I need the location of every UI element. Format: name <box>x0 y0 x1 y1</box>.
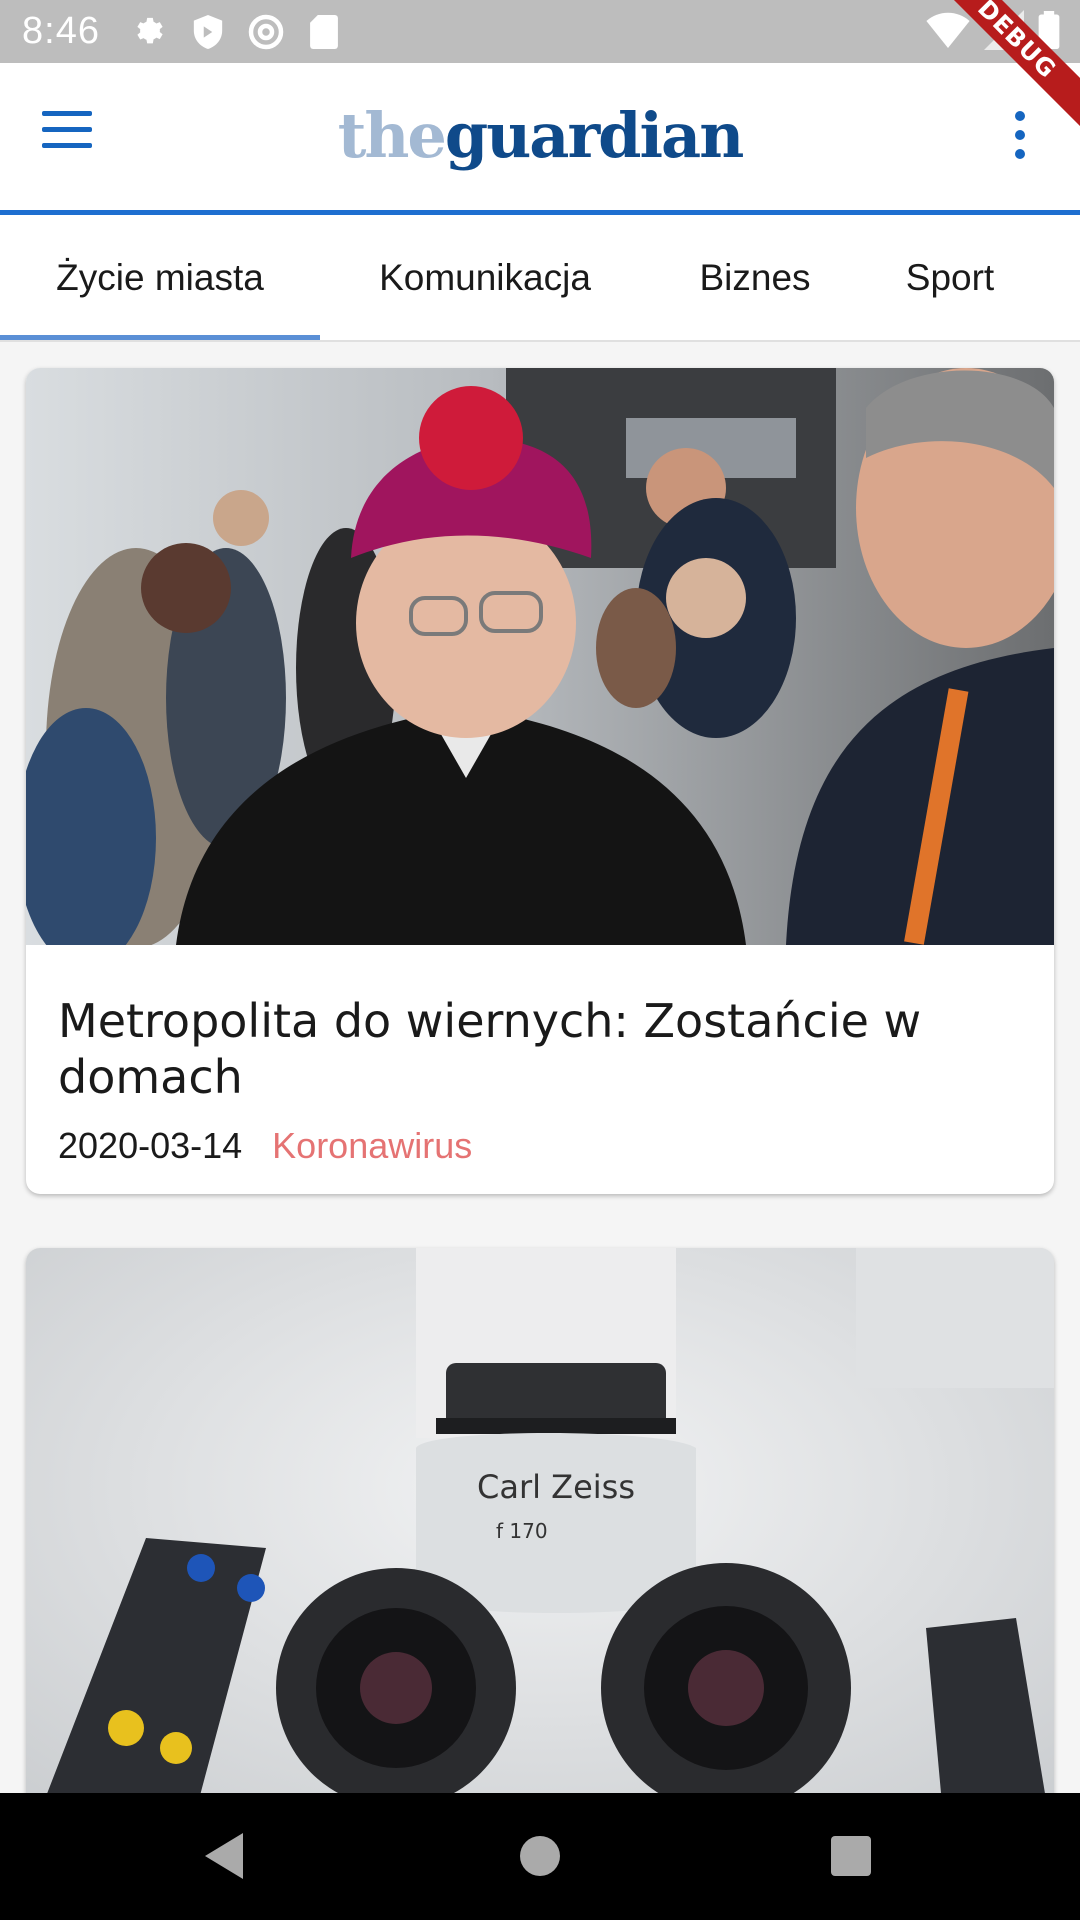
status-bar: 8:46 <box>0 0 1080 63</box>
category-tabs: Życie miasta Komunikacja Biznes Sport <box>0 215 1080 342</box>
home-icon[interactable] <box>519 1835 561 1882</box>
logo-the: the <box>337 99 447 172</box>
article-card[interactable]: Metropolita do wiernych: Zostańcie w dom… <box>26 368 1054 1194</box>
microscope-model-text: f 170 <box>496 1519 548 1543</box>
article-card[interactable]: Carl Zeiss f 170 <box>26 1248 1054 1848</box>
system-nav-bar <box>0 1793 1080 1920</box>
article-title[interactable]: Metropolita do wiernych: Zostańcie w dom… <box>58 945 1022 1105</box>
article-tag[interactable]: Koronawirus <box>272 1125 472 1167</box>
wifi-icon <box>926 12 970 53</box>
recents-icon[interactable] <box>830 1835 872 1882</box>
at-sign-icon <box>246 12 286 52</box>
article-image-bishop[interactable] <box>26 368 1054 945</box>
settings-icon <box>130 12 170 52</box>
tab-sport[interactable]: Sport <box>870 215 1030 340</box>
shield-icon <box>188 12 228 52</box>
status-time: 8:46 <box>22 10 100 52</box>
tab-biznes[interactable]: Biznes <box>660 215 850 340</box>
microscope-brand-text: Carl Zeiss <box>477 1468 635 1506</box>
back-icon[interactable] <box>205 1833 245 1884</box>
more-options-icon[interactable] <box>1010 111 1030 171</box>
logo-guardian: guardian <box>444 99 744 172</box>
sd-card-icon <box>304 12 344 52</box>
tab-zycie-miasta[interactable]: Życie miasta <box>0 215 320 340</box>
tab-komunikacja[interactable]: Komunikacja <box>330 215 640 340</box>
article-image-microscope[interactable]: Carl Zeiss f 170 <box>26 1248 1054 1848</box>
app-bar: theguardian <box>0 63 1080 210</box>
guardian-logo: theguardian <box>0 99 1080 172</box>
tab-indicator <box>0 335 320 340</box>
article-date: 2020-03-14 <box>58 1125 243 1166</box>
